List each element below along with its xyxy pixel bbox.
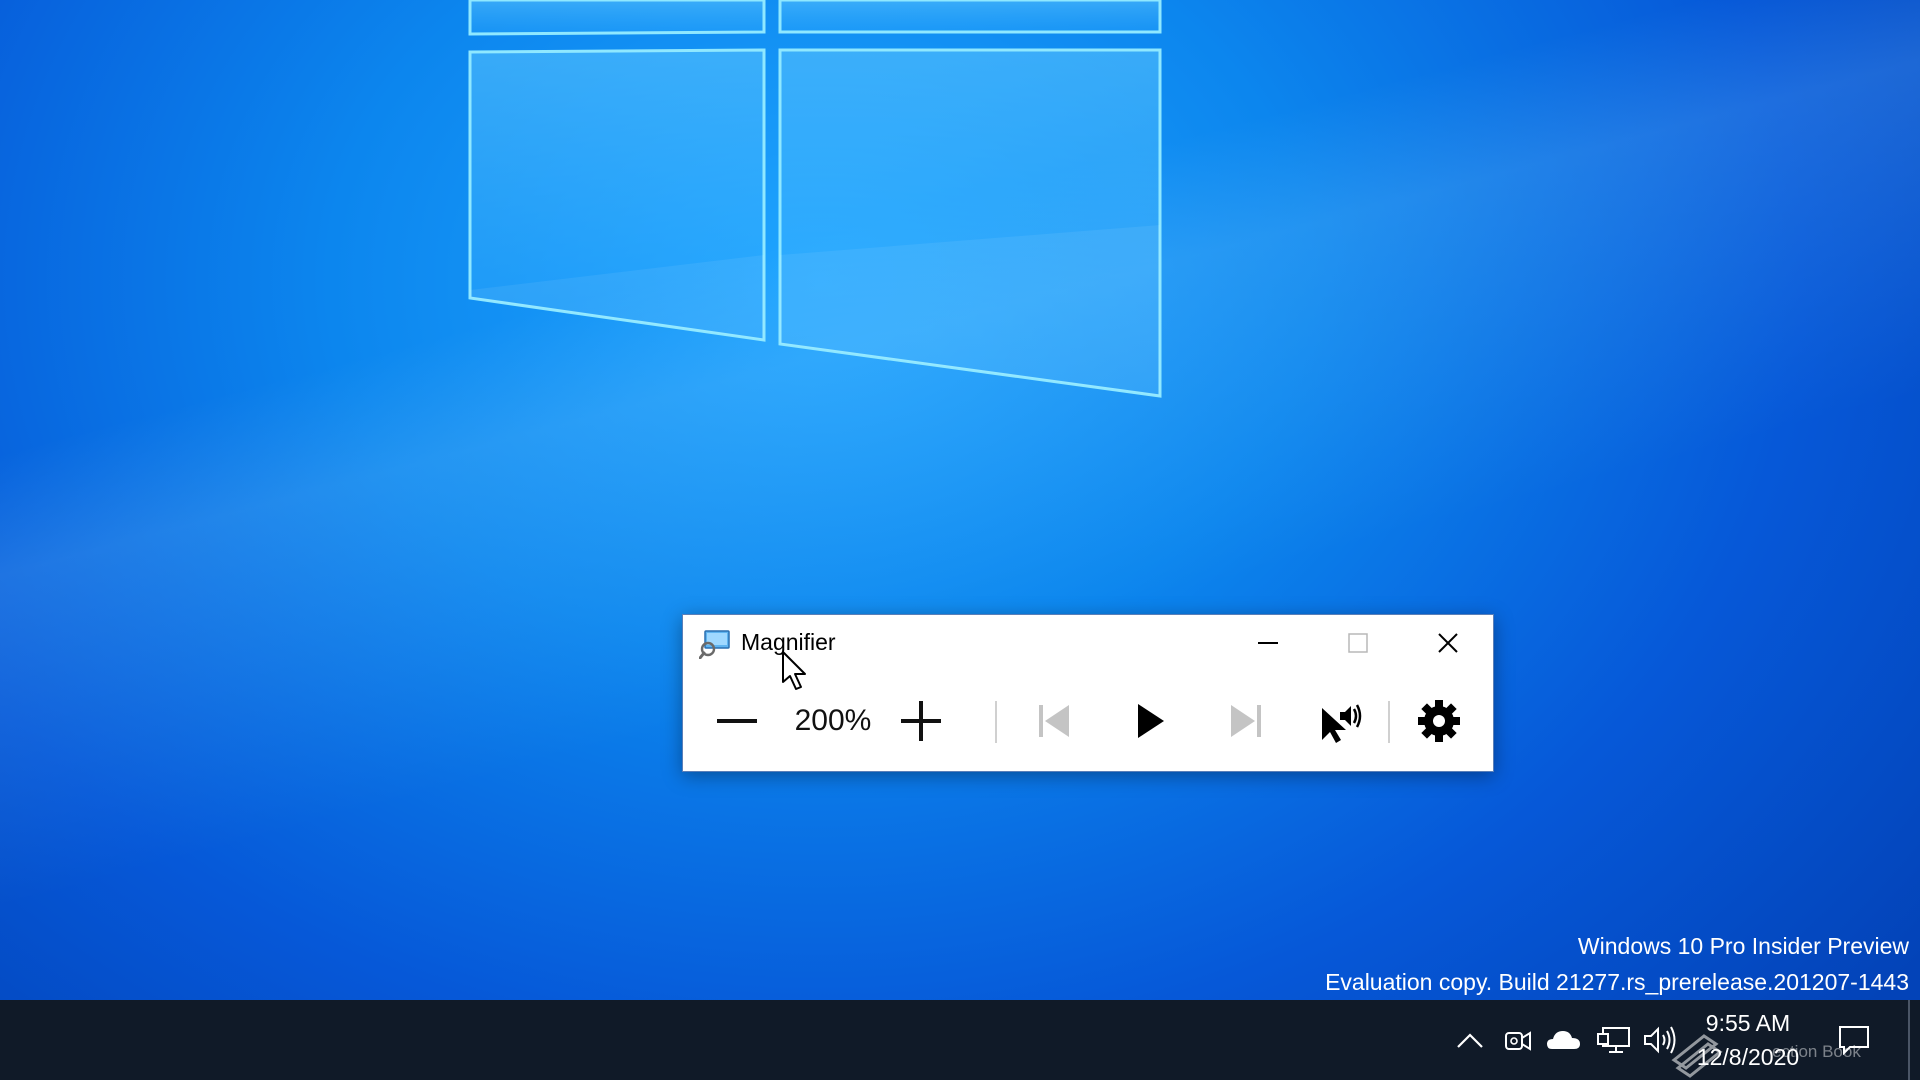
show-hidden-icons-button[interactable]: [1448, 1018, 1492, 1062]
pointer-speaker-icon: [1322, 704, 1362, 743]
skip-previous-icon: [1039, 705, 1069, 737]
windows-logo: [468, 0, 1162, 398]
gear-icon: [1418, 700, 1460, 742]
magnifier-app-icon: [699, 630, 730, 659]
plus-icon: [901, 701, 941, 741]
onedrive-cloud-icon: [1547, 1031, 1580, 1049]
windows-watermark: Windows 10 Pro Insider Preview Evaluatio…: [1325, 928, 1909, 1000]
meet-now-icon: [1505, 1031, 1531, 1051]
play-icon: [1138, 704, 1164, 738]
skip-next-icon: [1231, 705, 1261, 737]
onedrive-button[interactable]: [1542, 1018, 1586, 1062]
toolbar-separator: [1388, 701, 1390, 743]
show-desktop-button[interactable]: [1908, 1000, 1910, 1080]
meet-now-button[interactable]: [1496, 1018, 1540, 1062]
play-button[interactable]: [1118, 689, 1182, 753]
minus-icon: [717, 719, 757, 723]
network-button[interactable]: [1592, 1018, 1636, 1062]
desktop-background: Windows 10 Pro Insider Preview Evaluatio…: [0, 0, 1920, 1080]
network-icon: [1597, 1027, 1630, 1053]
watermark-build: Evaluation copy. Build 21277.rs_prerelea…: [1325, 969, 1909, 995]
taskbar: 9:55 AM 12/8/2020: [0, 1000, 1920, 1080]
zoom-level-value: 200%: [794, 704, 872, 737]
minimize-icon: [1258, 642, 1278, 644]
zoom-in-button[interactable]: [889, 689, 953, 753]
maximize-icon: [1348, 633, 1368, 653]
toolbar-separator: [995, 701, 997, 743]
overlay-text: ection Book: [1772, 1042, 1861, 1061]
zoom-out-button[interactable]: [705, 689, 769, 753]
next-sentence-button[interactable]: [1213, 689, 1277, 753]
mouse-cursor-icon: [782, 651, 806, 690]
minimize-button[interactable]: [1223, 615, 1313, 671]
previous-sentence-button[interactable]: [1023, 689, 1087, 753]
close-icon: [1438, 633, 1458, 653]
read-from-here-button[interactable]: [1307, 689, 1371, 753]
close-button[interactable]: [1403, 615, 1493, 671]
watermark-edition: Windows 10 Pro Insider Preview: [1577, 933, 1909, 959]
magnifier-window[interactable]: Magnifier 200%: [682, 614, 1494, 772]
maximize-button[interactable]: [1313, 615, 1403, 671]
settings-button[interactable]: [1407, 689, 1471, 753]
book-logo-icon: [1671, 1034, 1723, 1078]
chevron-up-icon: [1457, 1033, 1483, 1048]
